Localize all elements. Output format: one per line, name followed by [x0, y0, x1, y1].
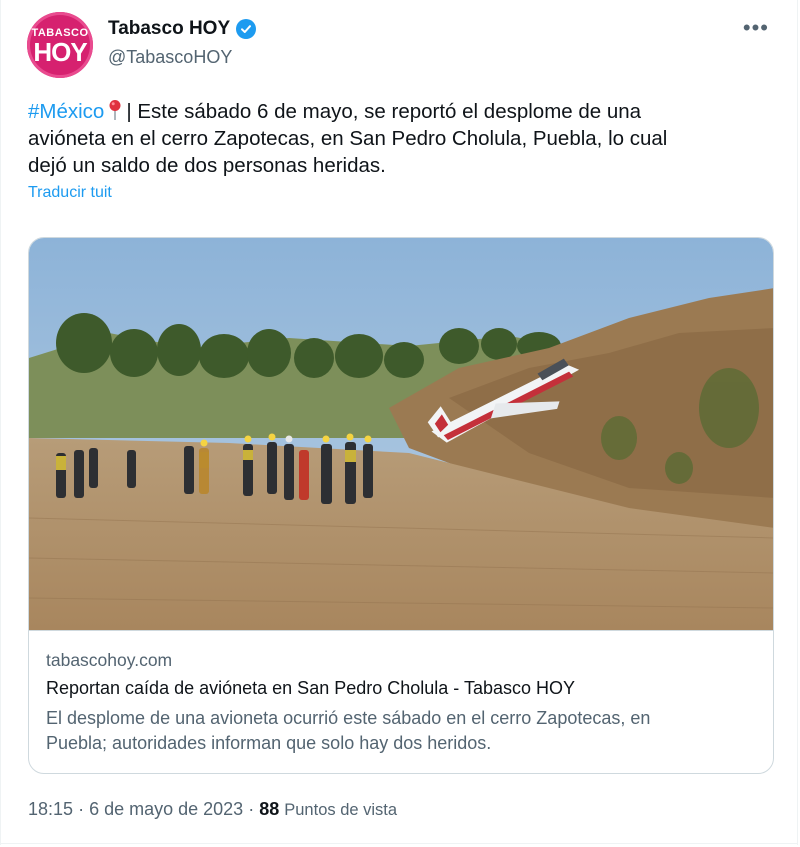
avatar[interactable]: TABASCO HOY — [27, 12, 93, 78]
card-image[interactable] — [29, 238, 774, 630]
tweet-container: TABASCO HOY Tabasco HOY @TabascoHOY ••• … — [0, 0, 798, 845]
more-horizontal-icon[interactable]: ••• — [743, 17, 769, 39]
round-pushpin-icon — [108, 99, 122, 121]
hashtag-link[interactable]: #México — [28, 100, 104, 123]
card-domain: tabascohoy.com — [46, 650, 173, 670]
views-label: Puntos de vista — [284, 801, 398, 819]
translate-tweet-link[interactable]: Traducir tuit — [28, 184, 112, 202]
separator-dot: · — [248, 799, 260, 819]
author-name-row: Tabasco HOY — [108, 18, 257, 40]
tweet-text-line3: dejó un saldo de dos personas heridas. — [28, 154, 386, 177]
views-count: 88 — [259, 799, 280, 819]
tweet-text: #México | Este sábado 6 de mayo, se repor… — [28, 98, 768, 179]
card-title[interactable]: Reportan caída de avióneta en San Pedro … — [46, 678, 575, 699]
verified-badge-icon — [236, 19, 257, 39]
author-handle[interactable]: @TabascoHOY — [108, 47, 232, 68]
card-description: El desplome de una avioneta ocurrió este… — [46, 706, 746, 756]
separator-dot: · — [78, 799, 90, 819]
avatar-logo-big-text: HOY — [33, 36, 87, 67]
card-divider — [29, 630, 773, 631]
tweet-text-line2: avióneta en el cerro Zapotecas, en San P… — [28, 127, 668, 150]
link-preview-card[interactable]: tabascohoy.com Reportan caída de aviónet… — [28, 237, 774, 774]
card-description-line2: Puebla; autoridades informan que solo ha… — [46, 733, 492, 753]
tweet-meta: 18:15 · 6 de mayo de 2023 · 88 Puntos de… — [28, 799, 397, 820]
bottom-divider — [1, 843, 797, 844]
card-description-line1: El desplome de una avioneta ocurrió este… — [46, 708, 651, 728]
tweet-date[interactable]: 6 de mayo de 2023 — [89, 799, 243, 819]
tweet-time[interactable]: 18:15 — [28, 799, 73, 819]
author-display-name[interactable]: Tabasco HOY — [108, 18, 230, 40]
tweet-text-line1: | Este sábado 6 de mayo, se reportó el d… — [126, 100, 642, 123]
